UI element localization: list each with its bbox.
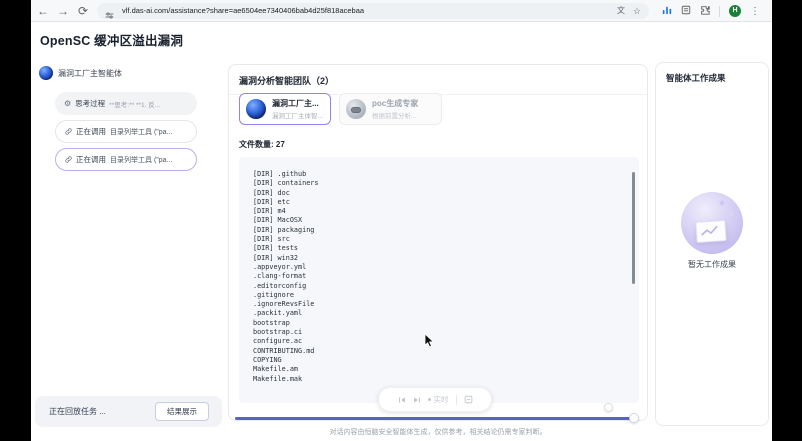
playback-bar: 实时 [378, 387, 492, 412]
agent-name: 漏洞工厂主智能体 [58, 68, 122, 78]
realtime-toggle[interactable]: 实时 [427, 394, 449, 405]
step-snippet: 目录列举工具 ("pa... [110, 156, 173, 164]
scrubber-marker[interactable] [604, 403, 613, 412]
playback-status-text: 正在回放任务 ... [49, 407, 106, 416]
live-dot-icon [427, 398, 431, 401]
extensions-icon[interactable] [700, 2, 710, 20]
bookmark-star-icon[interactable]: ☆ [633, 3, 641, 19]
profile-avatar[interactable]: H [729, 5, 741, 17]
step-snippet: **思考:** **1. 反... [109, 101, 161, 109]
browser-window: ← → ⟳ vlf.das-ai.com/assistance?share=ae… [31, 0, 772, 441]
team-title: 漏洞分析智能团队（2） [229, 65, 647, 95]
ai-disclaimer: 对话内容由恒脑安全智能体生成，仅供参考，相关结论仍需专家判断。 [329, 429, 547, 436]
browser-toolbar: ← → ⟳ vlf.das-ai.com/assistance?share=ae… [31, 0, 772, 22]
robot-avatar-icon [346, 99, 366, 119]
page-title: OpenSC 缓冲区溢出漏洞 [40, 34, 184, 48]
site-settings-icon[interactable] [105, 7, 114, 25]
chrome-menu-icon[interactable]: ⋮ [750, 6, 760, 17]
step-label: 正在调用 [76, 155, 106, 164]
tool-link-icon [65, 156, 72, 163]
thinking-gear-icon: ⚙ [64, 99, 72, 108]
skip-to-start-icon[interactable] [398, 396, 406, 404]
results-panel-title: 智能体工作成果 [666, 73, 726, 83]
agent-avatar-icon [39, 66, 53, 80]
agent-card-desc: 漏洞工厂主体智... [272, 113, 323, 120]
file-listing: [DIR] .github [DIR] containers [DIR] doc… [253, 170, 319, 383]
analysis-panel: 漏洞分析智能团队（2） 漏洞工厂主... 漏洞工厂主体智... poc生成专家 … [228, 64, 648, 421]
file-listing-block: [DIR] .github [DIR] containers [DIR] doc… [239, 157, 639, 403]
screen: ← → ⟳ vlf.das-ai.com/assistance?share=ae… [0, 0, 802, 441]
empty-state-illustration-icon [680, 191, 744, 255]
playbar-divider [455, 394, 457, 405]
export-icon[interactable] [464, 395, 473, 404]
forward-icon[interactable]: → [55, 0, 71, 22]
translate-icon[interactable]: 文 [617, 3, 625, 19]
url-text[interactable]: vlf.das-ai.com/assistance?share=ae6504ee… [122, 3, 364, 19]
scrollbar-thumb[interactable] [632, 172, 635, 284]
realtime-label: 实时 [433, 395, 449, 404]
empty-results-text: 暂无工作成果 [688, 260, 736, 269]
step-tool-call-1[interactable]: 正在调用 目录列举工具 ("pa... [55, 120, 197, 143]
results-panel: 智能体工作成果 暂无工作成果 [655, 62, 769, 426]
back-icon[interactable]: ← [35, 0, 51, 22]
reading-list-icon[interactable] [681, 2, 691, 20]
step-thinking[interactable]: ⚙ 思考过程 **思考:** **1. 反... [55, 92, 197, 115]
scrubber-handle[interactable] [629, 413, 639, 423]
insights-icon[interactable] [662, 2, 672, 20]
address-bar[interactable]: vlf.das-ai.com/assistance?share=ae6504ee… [97, 3, 649, 19]
mouse-cursor [424, 333, 436, 354]
agent-avatar-icon [246, 99, 266, 119]
agent-card-poc[interactable]: poc生成专家 根据前置分析... [339, 93, 442, 125]
main-agent-row: 漏洞工厂主智能体 [39, 66, 122, 80]
toolbar-divider [719, 5, 720, 17]
agent-card-title: 漏洞工厂主... [272, 99, 319, 108]
tool-link-icon [65, 128, 72, 135]
playback-status-card: 正在回放任务 ... 结果展示 [35, 396, 222, 427]
step-tool-call-2[interactable]: 正在调用 目录列举工具 ("pa... [55, 148, 197, 171]
agent-card-desc: 根据前置分析... [372, 113, 417, 120]
agent-card-factory[interactable]: 漏洞工厂主... 漏洞工厂主体智... [239, 93, 331, 125]
agent-card-title: poc生成专家 [372, 99, 419, 108]
step-label: 思考过程 [75, 99, 106, 108]
step-snippet: 目录列举工具 ("pa... [110, 128, 173, 136]
file-count-label: 文件数量: 27 [239, 140, 285, 149]
timeline-scrubber[interactable] [235, 417, 635, 420]
reload-icon[interactable]: ⟳ [75, 0, 91, 22]
skip-to-end-icon[interactable] [413, 396, 421, 404]
show-results-button[interactable]: 结果展示 [155, 402, 209, 421]
step-label: 正在调用 [76, 127, 106, 136]
